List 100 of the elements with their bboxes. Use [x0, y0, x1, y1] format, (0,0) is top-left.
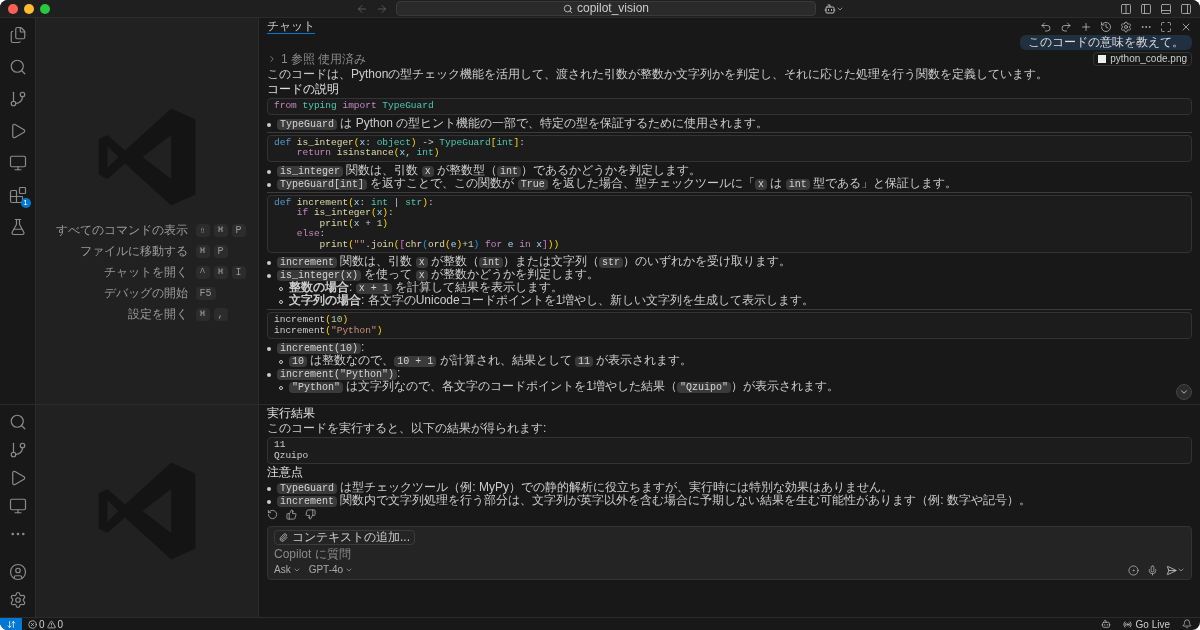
bullet-text: 整数の場合: x + 1 を計算して結果を表示します。 — [289, 281, 564, 294]
key-cap: ^ — [195, 265, 210, 279]
shortcut-label: ファイルに移動する — [78, 244, 188, 258]
copilot-status-icon[interactable] — [1100, 619, 1111, 629]
settings-icon[interactable] — [8, 591, 27, 609]
attachment-chip[interactable]: python_code.png — [1093, 52, 1192, 66]
chat-input-field[interactable]: Copilot に質問 — [274, 548, 1185, 561]
chevron-down-icon — [1177, 566, 1185, 574]
zoom-window-button[interactable] — [40, 3, 50, 14]
undo-icon[interactable] — [1040, 20, 1052, 33]
retry-icon[interactable] — [267, 509, 278, 520]
scroll-down-button[interactable] — [1176, 384, 1192, 400]
shortcut-label: すべてのコマンドの表示 — [54, 223, 188, 237]
bullet-text: 10 は整数なので、 10 + 1 が計算され、結果として 11 が表示されます。 — [289, 354, 693, 367]
bullet-text: increment 関数内で文字列処理を行う部分は、文字列が英字以外を含む場合に予期しない結果を生む可能性があります（例: 数字や記号）。 — [277, 494, 1032, 507]
extensions-icon[interactable] — [8, 186, 27, 204]
bullet-text: increment(10) : — [277, 341, 365, 354]
bullet-icon — [267, 347, 271, 351]
section-heading: コードの説明 — [267, 83, 340, 96]
chat-input-box[interactable]: コンテキストの追加... Copilot に質問 Ask GPT-4o — [267, 526, 1192, 580]
bullet-icon — [267, 169, 271, 174]
toggle-sidebar-icon[interactable] — [1140, 2, 1152, 15]
source-control-icon[interactable] — [8, 441, 27, 459]
new-chat-icon[interactable] — [1080, 20, 1092, 33]
search-icon[interactable] — [8, 413, 27, 431]
source-control-icon[interactable] — [8, 90, 27, 108]
warning-icon[interactable] — [46, 619, 56, 629]
mode-dropdown[interactable]: Ask — [274, 564, 301, 576]
microphone-icon[interactable] — [1147, 564, 1158, 576]
history-icon[interactable] — [1100, 20, 1112, 33]
search-field-text: copilot_vision — [576, 2, 649, 15]
remote-button[interactable] — [0, 618, 22, 630]
files-icon[interactable] — [8, 26, 27, 44]
shortcut-label: デバッグの開始 — [102, 286, 188, 300]
bullet-text: TypeGuard は型チェックツール（例: MyPy）での静的解析に役立ちますが、実行時には特別な効果はありません。 — [277, 481, 894, 494]
settings-icon[interactable] — [1120, 20, 1132, 33]
toggle-secondary-sidebar-icon[interactable] — [1180, 2, 1192, 15]
minimize-window-button[interactable] — [24, 3, 34, 14]
remote-explorer-icon[interactable] — [8, 154, 27, 172]
toggle-panel-icon[interactable] — [1160, 2, 1172, 15]
paragraph: このコードを実行すると、以下の結果が得られます: — [267, 422, 548, 435]
key-cap: ⌘ — [195, 307, 210, 321]
broadcast-icon — [1122, 619, 1132, 629]
key-cap: P — [231, 223, 246, 237]
notifications-icon[interactable] — [1182, 619, 1192, 629]
send-button[interactable] — [1166, 564, 1185, 576]
error-icon[interactable] — [28, 619, 37, 629]
send-icon — [1166, 564, 1177, 576]
key-cap: F5 — [195, 286, 216, 300]
search-icon[interactable] — [8, 58, 27, 76]
code-line: if is_integer(x): — [295, 208, 395, 219]
bullet-text: increment 関数は、引数 x が整数（ int ）または文字列（ str ）のいずれかを受け取ります。 — [277, 255, 792, 268]
flask-icon[interactable] — [8, 218, 27, 236]
shortcut-label: 設定を開く — [126, 307, 188, 321]
warning-count[interactable]: 0 — [57, 618, 64, 630]
bullet-text: 文字列の場合: 各文字のUnicodeコードポイントを1増やし、新しい文字列を生成して表示します。 — [289, 294, 815, 307]
code-line: print(x + 1) — [319, 218, 390, 229]
paragraph: このコードは、Pythonの型チェック機能を活用して、渡された引数が整数か文字列かを判定し、それに応じた処理を行う関数を定義しています。 — [267, 68, 1050, 81]
add-context-button[interactable]: コンテキストの追加... — [274, 530, 415, 545]
bullet-icon — [267, 487, 271, 491]
model-dropdown[interactable]: GPT-4o — [308, 564, 354, 576]
go-live-button[interactable]: Go Live — [1122, 618, 1170, 630]
layout-icon[interactable] — [1120, 2, 1132, 15]
references-toggle[interactable]: 1 参照 使用済み — [267, 52, 367, 66]
copilot-menu-button[interactable] — [824, 2, 844, 15]
key-cap: , — [213, 307, 228, 321]
notification-badge: 1 — [20, 198, 31, 208]
thumbs-down-icon[interactable] — [305, 509, 316, 520]
key-cap: ⌘ — [195, 244, 210, 258]
redo-icon[interactable] — [1060, 20, 1072, 33]
chat-tab[interactable]: チャット — [267, 19, 315, 34]
search-icon — [562, 3, 573, 14]
key-cap: ⌘ — [213, 265, 228, 279]
code-line: def is_integer(x: object) -> TypeGuard[int]: — [274, 137, 526, 148]
bullet-icon — [267, 500, 271, 504]
account-icon[interactable] — [8, 563, 27, 581]
robot-icon — [824, 2, 836, 15]
chevron-down-icon — [345, 566, 354, 574]
bullet-text: is_integer(x) を使って x が整数かどうかを判定します。 — [277, 268, 600, 281]
code-line: increment("Python") — [274, 325, 384, 336]
command-search-field[interactable]: copilot_vision — [396, 1, 816, 16]
close-window-button[interactable] — [8, 3, 18, 14]
remote-explorer-icon[interactable] — [8, 497, 27, 515]
code-line: print("".join([chr(ord(e)+1) for e in x])) — [318, 239, 561, 250]
image-file-icon — [1098, 55, 1107, 63]
thumbs-up-icon[interactable] — [286, 509, 297, 520]
chevron-right-icon — [267, 54, 277, 64]
bullet-icon — [267, 261, 271, 265]
paperclip-icon — [279, 533, 288, 542]
error-count[interactable]: 0 — [39, 618, 45, 630]
bullet-text: increment("Python") : — [277, 367, 401, 380]
key-cap: ⌘ — [213, 223, 228, 237]
section-heading: 実行結果 — [267, 407, 316, 420]
shortcut-label: チャットを開く — [102, 265, 188, 279]
maximize-icon[interactable] — [1160, 20, 1172, 33]
target-icon[interactable] — [1128, 564, 1139, 576]
key-cap: ⇧ — [195, 223, 210, 237]
code-line: from typing import TypeGuard — [274, 101, 435, 112]
code-line: return isinstance(x, int) — [295, 148, 441, 159]
remote-icon — [6, 619, 16, 629]
